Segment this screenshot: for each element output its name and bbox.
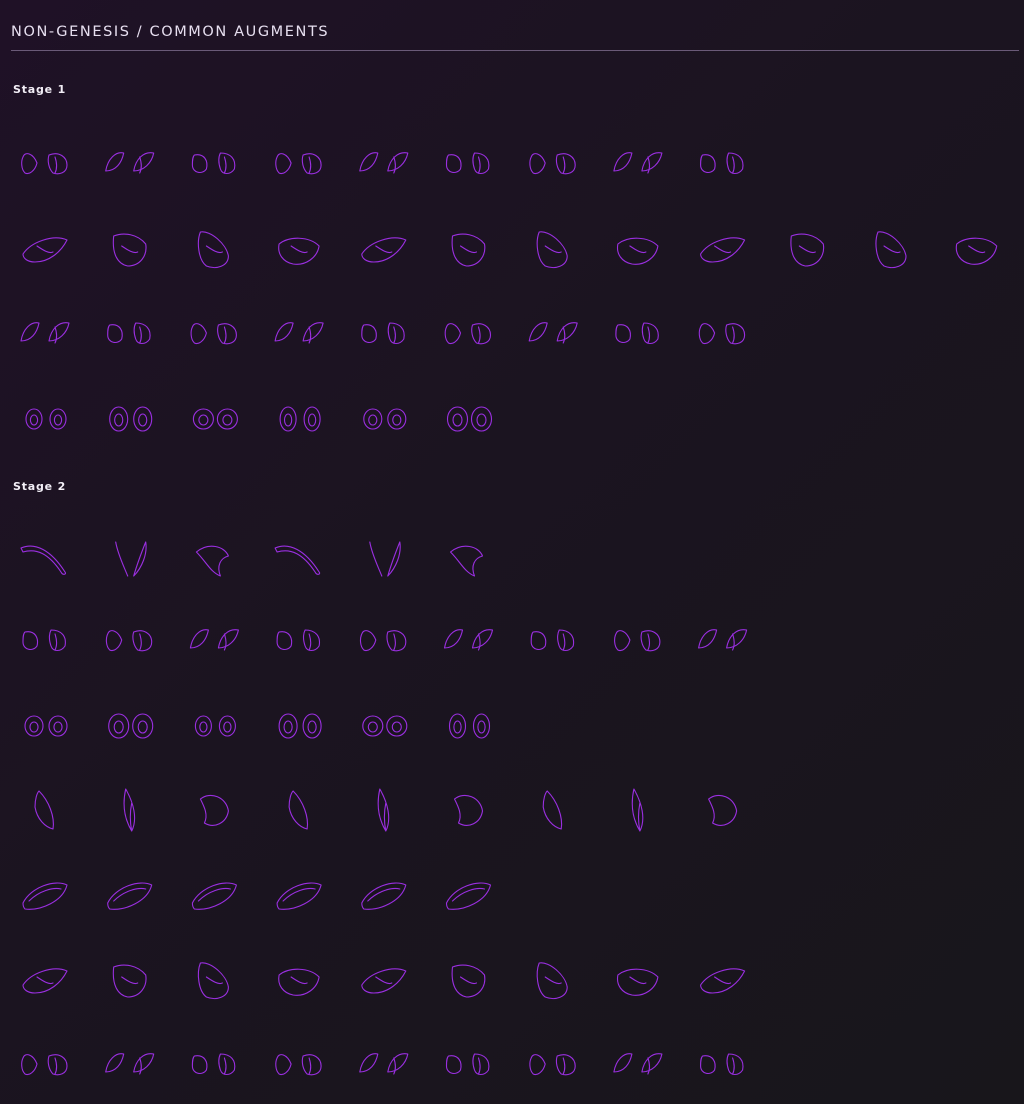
augment-thumbnail xyxy=(369,541,401,577)
augment-thumbnail xyxy=(613,152,663,174)
augment-thumbnail xyxy=(20,545,67,575)
augment-thumbnail xyxy=(190,323,237,345)
augment-thumbnail xyxy=(700,237,746,263)
augment-thumbnail xyxy=(191,152,236,175)
augment-thumbnail xyxy=(615,322,659,345)
augment-thumbnail xyxy=(276,629,321,652)
augment-thumbnail xyxy=(112,964,147,998)
augment-thumbnail xyxy=(105,152,155,174)
augment-thumbnail xyxy=(275,1054,322,1076)
augment-thumbnail xyxy=(359,630,407,652)
augment-thumbnail xyxy=(107,322,151,345)
augment-thumbnail xyxy=(445,1053,490,1076)
augment-thumbnail xyxy=(445,882,492,910)
augment-thumbnail xyxy=(195,545,229,577)
augment-thumbnail xyxy=(274,322,324,344)
augment-thumbnail xyxy=(361,968,407,994)
augment-thumbnail xyxy=(446,406,493,432)
augment-thumbnail xyxy=(278,237,320,265)
augment-thumbnail xyxy=(191,882,237,910)
augment-thumbnail xyxy=(105,630,153,652)
augment-thumbnail xyxy=(359,152,409,174)
augment-thumbnail xyxy=(528,322,578,344)
augment-thumbnail xyxy=(708,794,738,826)
augment-thumbnail xyxy=(542,790,563,830)
augment-thumbnail xyxy=(21,1054,68,1076)
augment-thumbnail xyxy=(278,713,322,739)
augment-thumbnail xyxy=(20,322,70,344)
augment-thumbnail xyxy=(529,153,576,175)
augment-thumbnail xyxy=(451,964,486,998)
augment-thumbnail xyxy=(453,794,484,826)
augment-thumbnail xyxy=(444,323,492,345)
augment-thumbnail xyxy=(123,788,136,832)
augment-grid xyxy=(20,152,998,1076)
augment-thumbnail xyxy=(529,1054,576,1076)
augment-thumbnail xyxy=(199,794,229,826)
augment-thumbnail xyxy=(361,237,407,263)
augment-thumbnail xyxy=(449,545,484,577)
augment-thumbnail xyxy=(698,323,746,345)
augment-thumbnail xyxy=(530,629,575,652)
augment-thumbnail xyxy=(112,233,147,267)
augment-thumbnail xyxy=(616,968,659,996)
augment-thumbnail xyxy=(22,882,68,910)
stage-1-label: Stage 1 xyxy=(13,83,67,96)
augment-thumbnail xyxy=(616,237,659,265)
page-title: NON-GENESIS / COMMON AUGMENTS xyxy=(11,24,330,40)
augment-thumbnail xyxy=(192,408,238,430)
augment-thumbnail xyxy=(700,1053,744,1076)
augment-thumbnail xyxy=(21,153,68,175)
augment-thumbnail xyxy=(197,962,229,1000)
augment-thumbnail xyxy=(24,715,68,737)
augment-thumbnail xyxy=(275,153,322,175)
augment-thumbnail xyxy=(22,237,68,263)
augment-thumbnail xyxy=(22,968,68,994)
augment-thumbnail xyxy=(108,713,154,739)
augment-thumbnail xyxy=(115,541,147,577)
augment-thumbnail xyxy=(197,231,229,269)
augment-thumbnail xyxy=(361,882,407,910)
augment-thumbnail xyxy=(700,968,746,994)
augment-thumbnail xyxy=(445,152,490,175)
augment-thumbnail xyxy=(377,788,390,832)
augment-thumbnail xyxy=(105,1053,155,1075)
augment-thumbnail xyxy=(107,882,153,910)
augment-thumbnail xyxy=(614,630,661,652)
augment-thumbnail xyxy=(536,231,568,269)
augment-thumbnail xyxy=(278,968,320,996)
augment-thumbnail xyxy=(443,629,494,651)
augment-thumbnail xyxy=(109,406,153,432)
augment-thumbnail xyxy=(361,322,405,345)
augment-thumbnail xyxy=(613,1053,663,1075)
augment-thumbnail xyxy=(359,1053,409,1075)
augment-thumbnail xyxy=(279,406,321,432)
augment-thumbnail xyxy=(276,882,322,910)
augment-thumbnail xyxy=(955,237,998,265)
augment-thumbnail xyxy=(363,408,407,430)
augment-thumbnail xyxy=(451,233,486,267)
augment-thumbnail xyxy=(790,233,825,267)
augment-thumbnail xyxy=(631,788,644,832)
augment-thumbnail xyxy=(875,231,907,269)
augment-thumbnail xyxy=(191,1053,236,1076)
augment-thumbnail xyxy=(274,545,321,575)
augment-thumbnail xyxy=(22,629,66,652)
augment-thumbnail xyxy=(536,962,568,1000)
augment-thumbnail xyxy=(194,715,236,737)
augment-thumbnail xyxy=(34,790,54,830)
stage-2-label: Stage 2 xyxy=(13,480,67,493)
augment-thumbnail xyxy=(448,713,491,739)
augment-thumbnail xyxy=(189,629,239,651)
augment-thumbnail xyxy=(362,715,408,737)
augment-thumbnail xyxy=(288,790,309,830)
augment-thumbnail xyxy=(700,152,744,175)
augment-thumbnail xyxy=(25,408,67,430)
page-header: NON-GENESIS / COMMON AUGMENTS xyxy=(11,20,1019,51)
augment-thumbnail xyxy=(698,629,748,651)
